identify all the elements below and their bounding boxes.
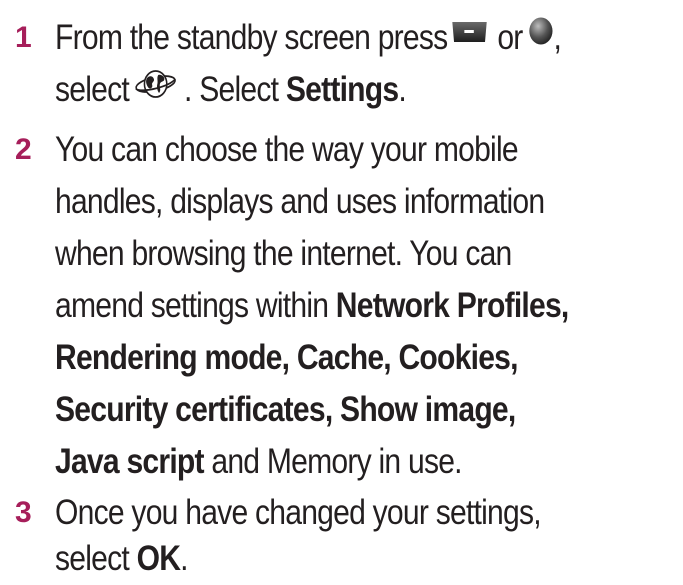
step-2-line-6: Security certificates, Show image,	[55, 390, 516, 429]
step-number: 3	[15, 496, 32, 529]
step-2-line-2: handles, displays and uses information	[55, 182, 545, 221]
instruction-page: 1 From the standby screen press or, selec…	[0, 0, 683, 579]
browser-globe-icon	[135, 69, 176, 98]
step-number: 1	[15, 21, 32, 54]
softkey-icon	[452, 21, 488, 42]
step-number: 2	[15, 133, 32, 166]
step-3-line-1: Once you have changed your settings,	[55, 493, 542, 532]
step-3-line-2: select OK.	[55, 539, 189, 578]
step-2-line-1: You can choose the way your mobile	[55, 130, 519, 169]
step-2-line-4: amend settings within Network Profiles,	[55, 286, 569, 325]
step-2-line-7: Java script and Memory in use.	[55, 442, 463, 481]
step-2-line-5: Rendering mode, Cache, Cookies,	[55, 338, 519, 377]
step-1-line-2: select. Select Settings.	[55, 64, 407, 116]
ok-button-icon	[529, 17, 553, 45]
step-2-line-3: when browsing the internet. You can	[55, 234, 512, 273]
step-1-line-1: From the standby screen press or,	[55, 12, 562, 64]
